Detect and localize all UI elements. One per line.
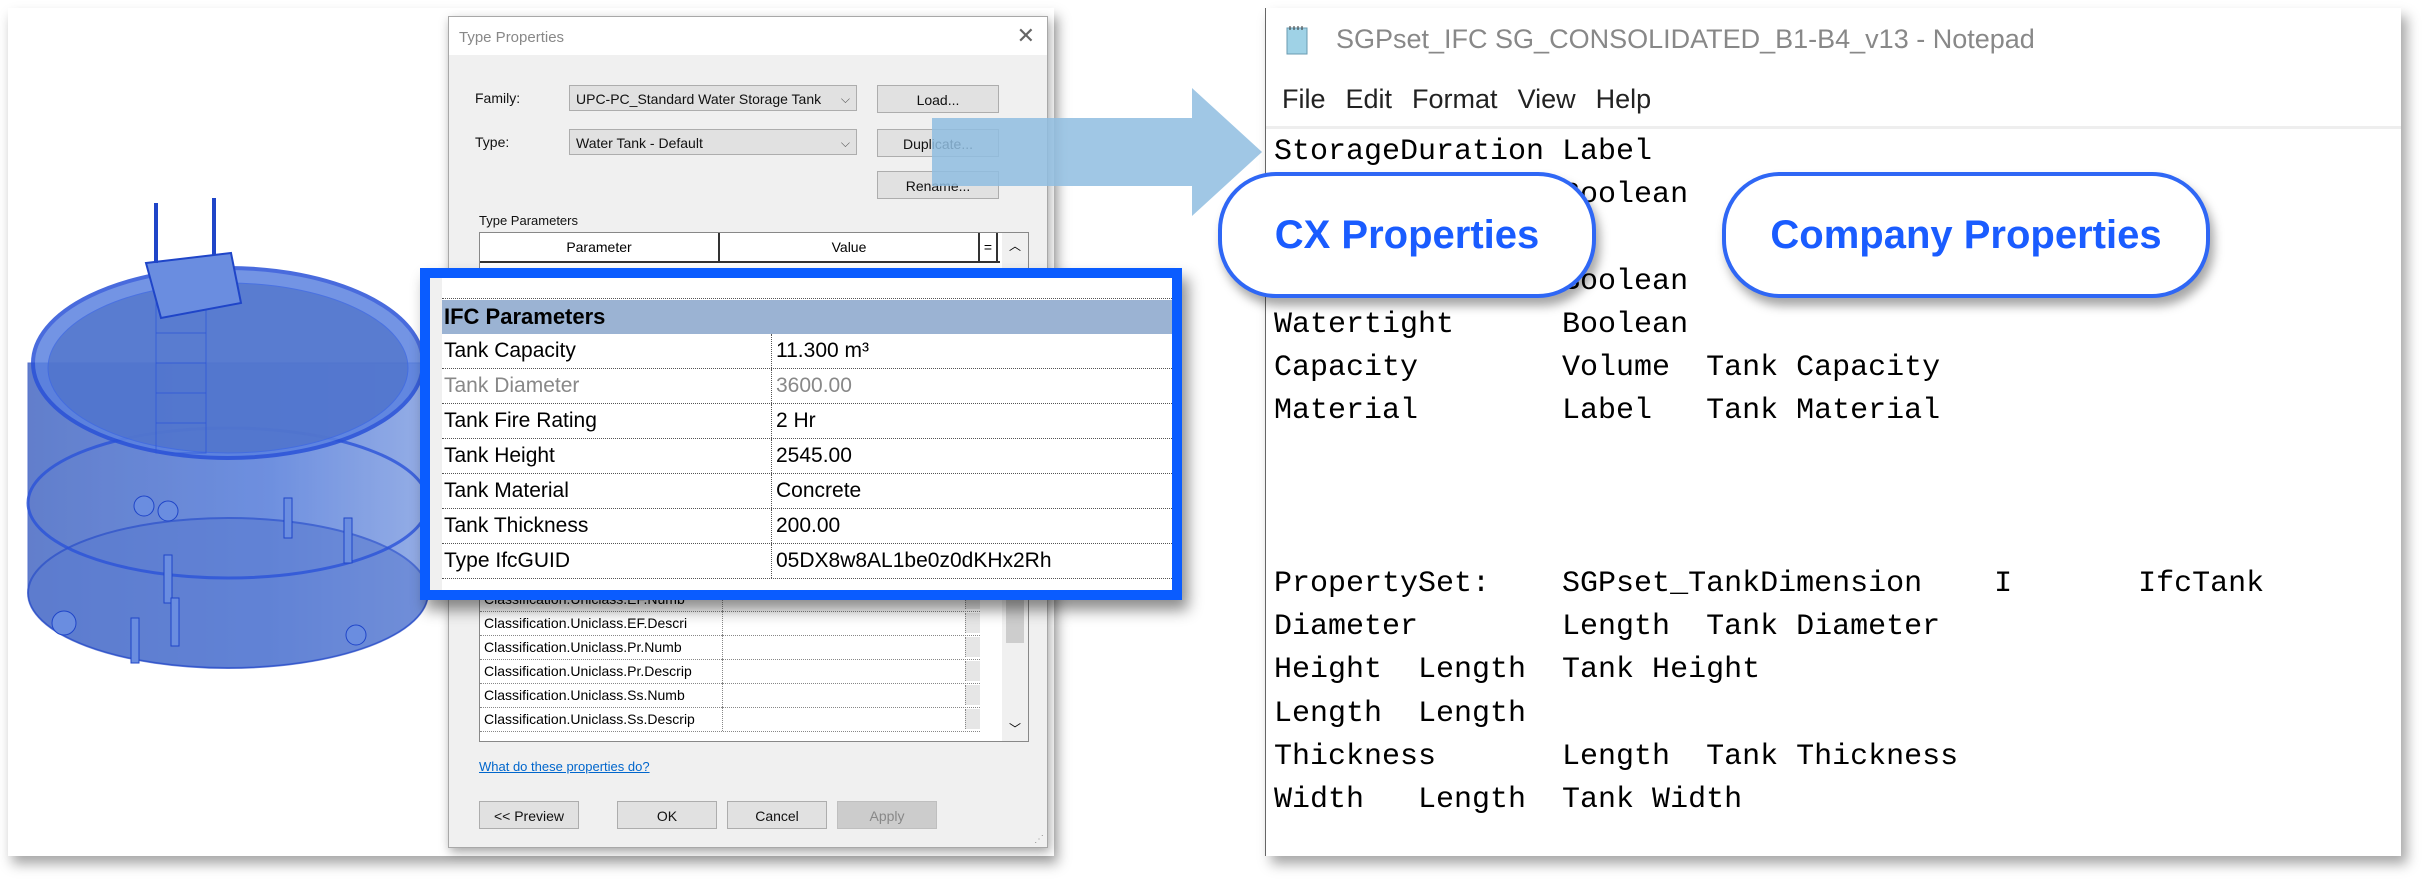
notepad-title: SGPset_IFC SG_CONSOLIDATED_B1-B4_v13 - N… [1336,24,2035,54]
formula-button[interactable] [965,637,980,657]
notepad-window: SGPset_IFC SG_CONSOLIDATED_B1-B4_v13 - N… [1265,8,2401,856]
ifc-row-tank-material[interactable]: Tank Material Concrete [442,474,1172,509]
notepad-line [1274,477,2391,520]
cx-properties-callout: CX Properties [1218,172,1596,298]
notepad-line [1274,433,2391,476]
notepad-line: Width Length Tank Width [1274,783,1743,818]
column-header-equals[interactable]: = [980,233,998,261]
ifc-row-type-ifcguid[interactable]: Type IfcGUID 05DX8w8AL1be0z0dKHx2Rh [442,544,1172,579]
notepad-line: Capacity Volume Tank Capacity [1274,351,1941,386]
table-row[interactable]: Classification.Uniclass.Pr.Descrip [480,659,980,684]
ifc-row-tank-thickness[interactable]: Tank Thickness 200.00 [442,509,1172,544]
menu-edit[interactable]: Edit [1346,84,1393,115]
help-link[interactable]: What do these properties do? [479,759,650,774]
formula-button[interactable] [965,709,980,729]
menu-format[interactable]: Format [1412,84,1498,115]
type-parameters-label: Type Parameters [479,213,578,228]
resize-grip-icon[interactable]: ⋰ [1034,834,1044,845]
table-row[interactable]: Classification.Uniclass.EF.Descri [480,611,980,636]
notepad-line: Height Length Tank Height [1274,653,1761,688]
notepad-line: PropertySet: SGPset_TankDimension I IfcT… [1274,567,2265,602]
notepad-line: Diameter Length Tank Diameter [1274,610,1941,645]
company-properties-callout: Company Properties [1722,172,2210,298]
ifc-row-tank-diameter[interactable]: Tank Diameter 3600.00 [442,369,1172,404]
close-icon[interactable]: ✕ [1017,23,1035,49]
family-label: Family: [475,90,521,106]
dialog-titlebar: Type Properties ✕ [449,17,1047,55]
notepad-menubar: File Edit Format View Help [1282,84,1651,115]
water-tank-3d-model [26,198,430,669]
chevron-down-icon: ⌵ [840,136,850,150]
arrow-right-icon [932,88,1262,216]
column-header-value[interactable]: Value [720,233,980,261]
column-header-parameter[interactable]: Parameter [480,233,720,261]
type-label: Type: [475,134,510,150]
preview-button[interactable]: << Preview [479,801,579,829]
family-value: UPC-PC_Standard Water Storage Tank [576,91,822,107]
type-value: Water Tank - Default [576,135,703,151]
dialog-title: Type Properties [459,29,565,46]
type-dropdown[interactable]: Water Tank - Default ⌵ [569,129,857,155]
notepad-line: StorageDuration Label [1274,135,1653,169]
notepad-line: Thickness Length Tank Thickness [1274,739,1959,774]
menu-view[interactable]: View [1518,84,1576,115]
grid-header: Parameter Value = [480,233,1000,263]
cancel-button[interactable]: Cancel [727,801,827,829]
notepad-titlebar: SGPset_IFC SG_CONSOLIDATED_B1-B4_v13 - N… [1266,8,2401,80]
ifc-parameters-table: IFC Parameters Tank Capacity 11.300 m³ Ta… [430,278,1172,590]
notepad-line [1274,520,2391,563]
family-dropdown[interactable]: UPC-PC_Standard Water Storage Tank ⌵ [569,85,857,111]
chevron-down-icon[interactable]: ﹀ [1009,720,1021,737]
formula-button[interactable] [965,685,980,705]
table-row[interactable]: Classification.Uniclass.Ss.Numb [480,683,980,708]
chevron-down-icon: ⌵ [840,92,850,106]
table-row[interactable]: Classification.Uniclass.Pr.Numb [480,635,980,660]
notepad-line: Length Length [1274,696,1527,731]
ifc-row-tank-height[interactable]: Tank Height 2545.00 [442,439,1172,474]
menu-help[interactable]: Help [1596,84,1652,115]
notepad-line: Watertight Boolean [1274,307,1689,342]
ok-button[interactable]: OK [617,801,717,829]
chevron-up-icon[interactable]: ︿ [1009,237,1021,254]
ifc-parameters-highlight: IFC Parameters Tank Capacity 11.300 m³ Ta… [420,268,1182,600]
apply-button[interactable]: Apply [837,801,937,829]
formula-button[interactable] [965,613,980,633]
table-row[interactable]: Classification.Uniclass.Ss.Descrip [480,707,980,732]
notepad-line: Material Label Tank Material [1274,394,1941,429]
notepad-icon [1286,26,1308,55]
ifc-row-tank-fire-rating[interactable]: Tank Fire Rating 2 Hr [442,404,1172,439]
ifc-parameters-heading[interactable]: IFC Parameters [442,300,1172,334]
formula-button[interactable] [965,661,980,681]
menu-file[interactable]: File [1282,84,1326,115]
ifc-row-tank-capacity[interactable]: Tank Capacity 11.300 m³ [442,334,1172,369]
